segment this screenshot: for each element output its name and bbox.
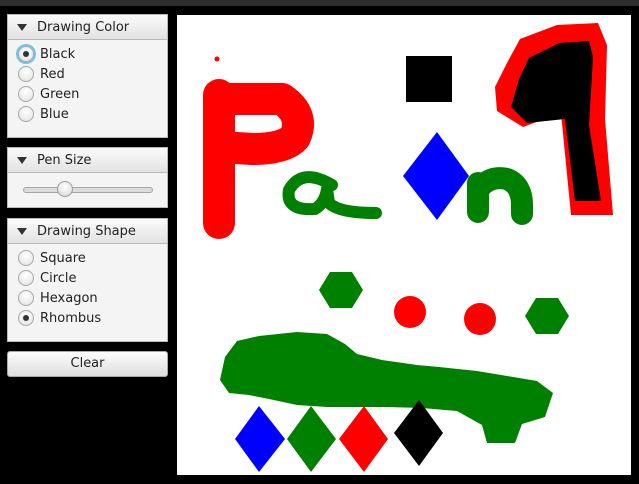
- blue-rhombus: [403, 132, 469, 220]
- pen-size-pane: Pen Size: [7, 147, 168, 208]
- radio-color-red[interactable]: Red: [18, 64, 167, 84]
- collapse-arrow-icon: [17, 227, 27, 235]
- green-hexagon-left: [319, 272, 363, 308]
- radio-button-icon[interactable]: [18, 46, 34, 62]
- letter-n-stroke: [467, 167, 533, 225]
- radio-shape-circle[interactable]: Circle: [18, 268, 167, 288]
- radio-button-icon[interactable]: [18, 86, 34, 102]
- drawing-shape-pane: Drawing Shape Square Circle Hexagon Rhom…: [7, 218, 168, 342]
- collapse-arrow-icon: [17, 156, 27, 164]
- red-rhombus-bottom: [339, 406, 388, 472]
- radio-label: Hexagon: [40, 290, 98, 306]
- radio-button-icon[interactable]: [18, 66, 34, 82]
- green-hexagon-right: [525, 298, 569, 334]
- clear-button[interactable]: Clear: [7, 351, 168, 377]
- drawing-shape-title: Drawing Shape: [37, 223, 136, 239]
- window-top-bar: [0, 0, 639, 6]
- radio-shape-hexagon[interactable]: Hexagon: [18, 288, 167, 308]
- red-circle-left: [394, 296, 426, 328]
- radio-button-icon[interactable]: [18, 106, 34, 122]
- radio-label: Rhombus: [40, 310, 102, 326]
- pen-size-slider-thumb[interactable]: [57, 181, 74, 197]
- radio-button-icon[interactable]: [18, 290, 34, 306]
- collapse-arrow-icon: [17, 23, 27, 31]
- radio-color-blue[interactable]: Blue: [18, 104, 167, 124]
- drawing-color-title: Drawing Color: [37, 19, 130, 35]
- radio-shape-square[interactable]: Square: [18, 248, 167, 268]
- radio-shape-rhombus[interactable]: Rhombus: [18, 308, 167, 328]
- letter-a-stroke: [282, 171, 382, 219]
- pen-size-title: Pen Size: [37, 152, 92, 168]
- radio-color-black[interactable]: Black: [18, 44, 167, 64]
- red-circle-right: [464, 303, 496, 335]
- radio-button-icon[interactable]: [18, 250, 34, 266]
- drawing-color-pane: Drawing Color Black Red Green Blue: [7, 14, 168, 138]
- radio-label: Square: [40, 250, 86, 266]
- radio-button-icon[interactable]: [18, 270, 34, 286]
- radio-label: Green: [40, 86, 80, 102]
- radio-label: Blue: [40, 106, 69, 122]
- pen-size-pane-header[interactable]: Pen Size: [8, 148, 167, 173]
- green-rhombus-bottom: [287, 406, 336, 472]
- black-rhombus-bottom: [394, 400, 443, 466]
- drawing-canvas[interactable]: [177, 15, 631, 475]
- canvas-drawing: [203, 23, 613, 472]
- drawing-color-pane-header[interactable]: Drawing Color: [8, 15, 167, 40]
- blue-rhombus-bottom: [235, 406, 285, 472]
- black-square: [406, 56, 452, 102]
- red-dot: [214, 56, 220, 62]
- pen-size-slider-track[interactable]: [23, 187, 153, 193]
- radio-label: Circle: [40, 270, 77, 286]
- radio-label: Black: [40, 46, 76, 62]
- radio-color-green[interactable]: Green: [18, 84, 167, 104]
- drawing-shape-pane-header[interactable]: Drawing Shape: [8, 219, 167, 244]
- radio-label: Red: [40, 66, 65, 82]
- radio-button-icon[interactable]: [18, 310, 34, 326]
